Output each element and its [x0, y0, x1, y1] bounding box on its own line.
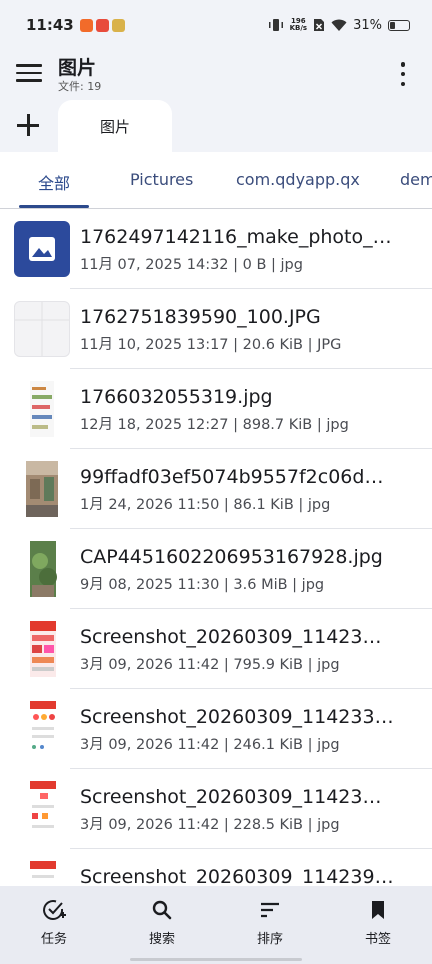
file-thumbnail: [14, 301, 70, 357]
list-item[interactable]: CAP4451602206953167928.jpg 9月 08, 2025 1…: [0, 529, 432, 609]
app-bar: 图片 文件: 19: [0, 50, 432, 98]
file-thumbnail: [14, 621, 70, 677]
file-meta: 11月 10, 2025 13:17 | 20.6 KiB | JPG: [80, 337, 342, 353]
menu-button[interactable]: [16, 60, 42, 86]
filter-tabs: 全部 Pictures com.qdyapp.qx dem: [0, 152, 432, 209]
file-name: Screenshot_20260309_11423…: [80, 626, 382, 648]
filter-tab-pictures[interactable]: Pictures: [130, 170, 193, 189]
more-options-button[interactable]: [394, 62, 412, 86]
file-meta: 12月 18, 2025 12:27 | 898.7 KiB | jpg: [80, 417, 349, 433]
file-meta: 3月 09, 2026 11:42 | 246.1 KiB | jpg: [80, 737, 340, 753]
filter-tab-all[interactable]: 全部: [38, 170, 70, 194]
notification-icons: [79, 18, 125, 32]
nav-tasks[interactable]: 任务: [0, 886, 108, 964]
list-item[interactable]: 1766032055319.jpg 12月 18, 2025 12:27 | 8…: [0, 369, 432, 449]
add-tab-button[interactable]: [17, 114, 39, 136]
notification-app-icon: [79, 18, 93, 32]
bottom-navigation: 任务 搜索 排序 书签: [0, 886, 432, 964]
tab-strip: 图片: [0, 100, 432, 152]
file-thumbnail: [14, 541, 70, 597]
file-name: 1762497142116_make_photo_…: [80, 226, 392, 248]
file-thumbnail: [14, 381, 70, 437]
battery-text: 31%: [353, 17, 382, 33]
filter-tab-com-qdyapp-qx[interactable]: com.qdyapp.qx: [236, 170, 360, 189]
file-meta: 3月 09, 2026 11:42 | 228.5 KiB | jpg: [80, 817, 340, 833]
file-count: 文件: 19: [58, 80, 102, 93]
file-name: Screenshot_20260309_11423…: [80, 786, 382, 808]
search-icon: [152, 900, 172, 920]
active-tab-indicator: [19, 205, 89, 208]
task-check-icon: [43, 900, 66, 920]
list-item[interactable]: Screenshot_20260309_11423… 3月 09, 2026 1…: [0, 769, 432, 849]
file-meta: 11月 07, 2025 14:32 | 0 B | jpg: [80, 257, 303, 273]
file-thumbnail: [14, 781, 70, 837]
nav-label: 排序: [256, 932, 283, 947]
no-sim-icon: [314, 19, 325, 31]
file-name: Screenshot_20260309_114233…: [80, 706, 394, 728]
file-name: 1766032055319.jpg: [80, 386, 273, 408]
file-meta: 9月 08, 2025 11:30 | 3.6 MiB | jpg: [80, 577, 325, 593]
nav-sort[interactable]: 排序: [216, 886, 324, 964]
main-content: 全部 Pictures com.qdyapp.qx dem 1762497142…: [0, 152, 432, 886]
network-speed: 196 KB/s: [289, 17, 308, 32]
filter-tab-dem[interactable]: dem: [400, 170, 432, 189]
image-placeholder-icon: [14, 221, 70, 277]
battery-icon: [388, 19, 410, 31]
status-bar: 11:43 196 KB/s 31%: [0, 0, 432, 50]
nav-bookmarks[interactable]: 书签: [324, 886, 432, 964]
notification-app-icon: [111, 18, 125, 32]
status-time: 11:43: [26, 16, 74, 34]
file-name: 1762751839590_100.JPG: [80, 306, 321, 328]
file-name: Screenshot_20260309_114239…: [80, 866, 394, 886]
file-meta: 1月 24, 2026 11:50 | 86.1 KiB | jpg: [80, 497, 331, 513]
list-item[interactable]: 1762751839590_100.JPG 11月 10, 2025 13:17…: [0, 289, 432, 369]
file-name: CAP4451602206953167928.jpg: [80, 546, 383, 568]
nav-label: 书签: [364, 932, 391, 947]
status-right: 196 KB/s 31%: [268, 18, 410, 33]
gesture-bar: [130, 958, 302, 961]
wifi-icon: [331, 19, 347, 31]
list-item[interactable]: Screenshot_20260309_114233… 3月 09, 2026 …: [0, 689, 432, 769]
tab-images[interactable]: 图片: [58, 100, 172, 152]
list-item[interactable]: Screenshot_20260309_11423… 3月 09, 2026 1…: [0, 609, 432, 689]
list-item[interactable]: 1762497142116_make_photo_… 11月 07, 2025 …: [0, 209, 432, 289]
list-item[interactable]: Screenshot_20260309_114239…: [0, 849, 432, 886]
nav-label: 搜索: [148, 932, 175, 947]
file-thumbnail: [14, 461, 70, 517]
nav-search[interactable]: 搜索: [108, 886, 216, 964]
file-meta: 3月 09, 2026 11:42 | 795.9 KiB | jpg: [80, 657, 340, 673]
file-list: 1762497142116_make_photo_… 11月 07, 2025 …: [0, 209, 432, 886]
notification-app-icon: [95, 18, 109, 32]
bookmark-icon: [372, 901, 384, 919]
file-thumbnail: [14, 861, 70, 886]
sort-icon: [261, 902, 279, 918]
list-item[interactable]: 99ffadf03ef5074b9557f2c06d… 1月 24, 2026 …: [0, 449, 432, 529]
file-name: 99ffadf03ef5074b9557f2c06d…: [80, 466, 384, 488]
file-thumbnail: [14, 701, 70, 757]
vibrate-icon: [268, 19, 283, 31]
nav-label: 任务: [40, 932, 67, 947]
page-title: 图片: [58, 57, 97, 79]
